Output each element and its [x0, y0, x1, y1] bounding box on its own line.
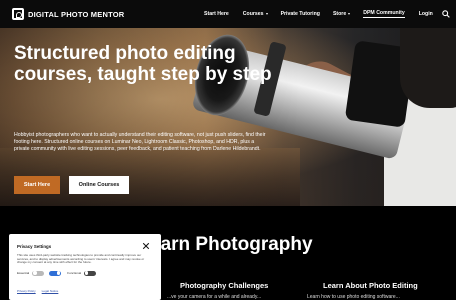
logo-icon — [12, 8, 24, 20]
toggle-label-essential: Essential — [17, 271, 30, 275]
toggle-label-functional: Functional — [67, 271, 82, 275]
privacy-policy-link[interactable]: Privacy Policy — [17, 289, 36, 293]
logo-text: DIGITAL PHOTO MENTOR — [28, 9, 125, 19]
functional-toggle[interactable] — [49, 270, 62, 276]
chevron-down-icon — [265, 13, 268, 15]
hero-title: Structured photo editing courses, taught… — [14, 43, 272, 85]
nav-store-label: Store — [332, 11, 347, 17]
photographer-head — [400, 28, 456, 108]
nav-private-tutoring-label: Private Tutoring — [280, 11, 320, 17]
hero-description: Hobbyist photographers who want to actua… — [14, 132, 266, 153]
essential-toggle[interactable] — [32, 270, 45, 276]
hero-section: Structured photo editing courses, taught… — [0, 28, 456, 206]
nav-dpm-community[interactable]: DPM Community — [363, 10, 405, 18]
marketing-toggle[interactable] — [84, 270, 97, 276]
column-title-challenges: Photography Challenges — [180, 281, 269, 290]
search-icon[interactable] — [442, 10, 450, 18]
privacy-settings-dialog: Privacy Settings This site uses third-pa… — [9, 234, 161, 300]
site-logo[interactable]: DIGITAL PHOTO MENTOR — [12, 8, 124, 20]
privacy-links: Privacy Policy Legal Notice — [17, 289, 64, 293]
section-heading: earn Photography — [150, 234, 313, 255]
nav-private-tutoring[interactable]: Private Tutoring — [281, 11, 320, 17]
chevron-down-icon — [348, 13, 351, 15]
nav-courses[interactable]: Courses — [243, 11, 268, 17]
nav-login-label: Login — [418, 11, 433, 17]
nav-start-here[interactable]: Start Here — [204, 11, 229, 17]
column-text-challenges: ...ve your camera for a while and alread… — [167, 294, 262, 300]
nav-start-here-label: Start Here — [204, 11, 229, 17]
column-text-editing: Learn how to use photo editing software.… — [307, 294, 400, 300]
main-nav: Start Here Courses Private Tutoring Stor… — [204, 0, 433, 28]
nav-login[interactable]: Login — [419, 11, 433, 17]
consent-toggles: Essential Functional — [17, 270, 157, 276]
privacy-text: This site uses third-party website track… — [17, 253, 145, 265]
privacy-title: Privacy Settings — [17, 244, 52, 249]
close-icon[interactable] — [142, 242, 150, 250]
nav-courses-label: Courses — [242, 11, 264, 17]
nav-store[interactable]: Store — [332, 11, 351, 17]
column-title-editing: Learn About Photo Editing — [323, 281, 418, 290]
online-courses-button[interactable]: Online Courses — [69, 176, 129, 194]
start-here-button[interactable]: Start Here — [14, 176, 60, 194]
nav-dpm-community-label: DPM Community — [363, 10, 405, 16]
site-header: DIGITAL PHOTO MENTOR Start Here Courses … — [0, 0, 456, 28]
legal-notice-link[interactable]: Legal Notice — [42, 289, 59, 293]
